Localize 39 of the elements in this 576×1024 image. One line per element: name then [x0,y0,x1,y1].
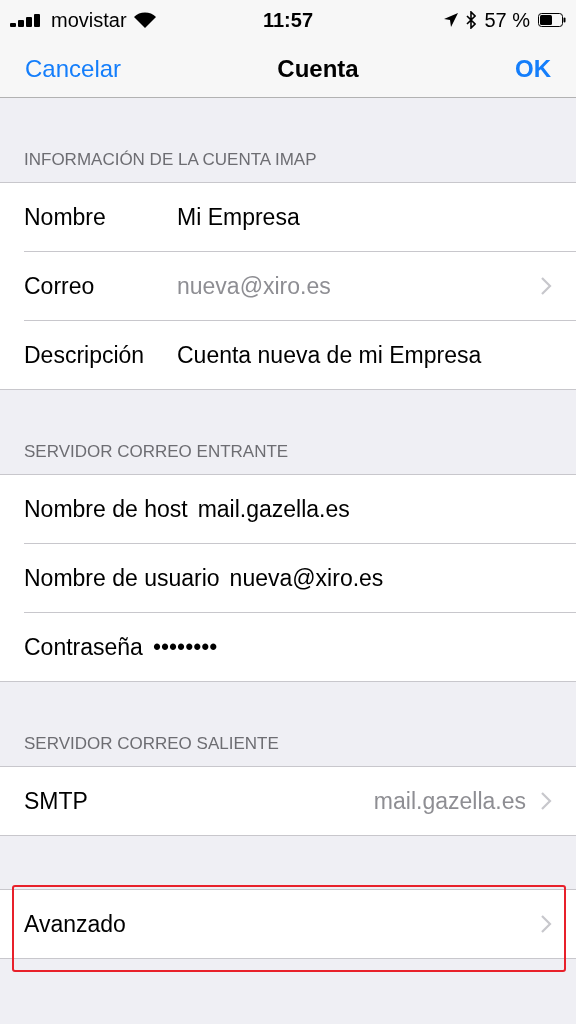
clock-time: 11:57 [262,8,314,32]
chevron-icon [540,276,552,296]
chevron-icon [540,914,552,934]
settings-row[interactable]: Avanzado [24,890,576,958]
row-label: Contraseña [24,633,143,661]
settings-row[interactable]: Correo nueva@xiro.es [24,251,576,320]
nav-title: Cuenta [277,54,359,83]
settings-row[interactable]: Nombre de host mail.gazella.es [24,475,576,543]
row-label: Descripción [24,341,146,369]
chevron-icon [540,791,552,811]
row-label: Correo [24,272,96,300]
carrier-name: movistar [51,8,127,32]
row-value: mail.gazella.es [373,787,526,815]
settings-row[interactable]: Contraseña •••••••• [24,612,576,681]
settings-row[interactable]: SMTP mail.gazella.es [24,767,576,835]
row-value: nueva@xiro.es [229,564,384,592]
row-value: •••••••• [152,633,218,661]
wifi-icon [133,12,156,28]
battery-percentage: 57 % [484,8,530,32]
row-value: nueva@xiro.es [177,272,331,300]
battery-icon [538,13,566,27]
section-header: SERVIDOR CORREO SALIENTE [23,733,280,755]
row-label: Avanzado [24,910,126,938]
settings-row[interactable]: Nombre de usuario nueva@xiro.es [24,543,576,612]
section-header: INFORMACIÓN DE LA CUENTA IMAP [23,149,318,171]
row-label: Nombre de host [24,495,188,523]
bluetooth-icon [466,11,477,29]
row-value: mail.gazella.es [197,495,350,523]
ok-button[interactable]: OK [515,54,551,83]
row-value: Mi Empresa [177,203,300,231]
settings-row[interactable]: Descripción Cuenta nueva de mi Empresa [24,320,576,389]
settings-row[interactable]: Nombre Mi Empresa [24,183,576,251]
location-arrow-icon [444,13,459,27]
cancel-button[interactable]: Cancelar [25,54,122,83]
row-label: SMTP [24,787,88,815]
row-label: Nombre [24,203,107,231]
section-header: SERVIDOR CORREO ENTRANTE [23,441,290,463]
row-label: Nombre de usuario [24,564,220,592]
row-value: Cuenta nueva de mi Empresa [177,341,482,369]
